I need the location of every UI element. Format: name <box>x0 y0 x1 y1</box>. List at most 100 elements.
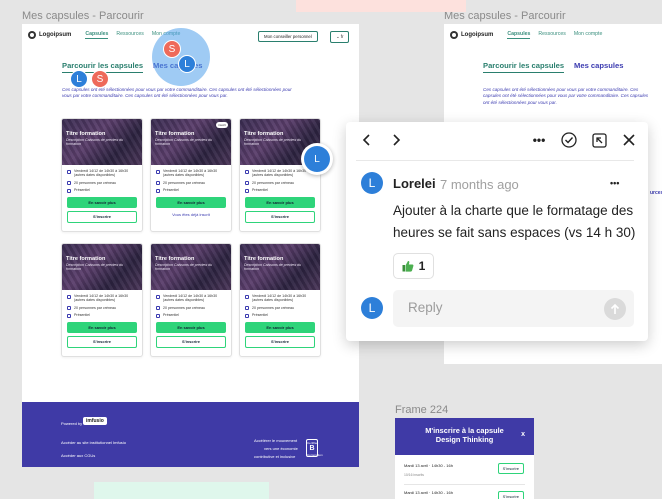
frame-label-left[interactable]: Mes capsules - Parcourir <box>22 10 144 22</box>
footer-tagline-1: Accélérer le mouvement <box>254 438 298 443</box>
tab-mine[interactable]: Mes capsules <box>574 61 623 73</box>
language-value: fr <box>340 34 344 39</box>
card-image: Titre formation Description Caissons de … <box>240 244 320 290</box>
cgu-link[interactable]: Accéder aux CGUs <box>61 453 95 458</box>
capsules-description: Ces capsules ont été sélectionnées pour … <box>62 87 292 99</box>
slot-divider <box>404 484 525 485</box>
register-button[interactable]: S'inscrire <box>156 335 226 348</box>
card-title: Titre formation <box>244 131 284 137</box>
slot-register-button[interactable]: S'inscrire <box>497 491 524 499</box>
location-icon <box>67 313 71 318</box>
logo-icon <box>28 31 36 39</box>
tab-browse[interactable]: Parcourir les capsules <box>483 61 565 73</box>
advisor-button[interactable]: Mon conseiller personnel <box>258 31 318 42</box>
reaction-thumbs-up[interactable]: 1 <box>393 253 434 279</box>
comment-author: Lorelei <box>393 176 436 191</box>
imfusio-logo[interactable]: imfusio <box>83 417 107 425</box>
card-seats: 20 personnes par créneau <box>252 180 294 185</box>
learn-more-button[interactable]: En savoir plus <box>245 196 315 208</box>
comment-pin-avatar-s[interactable]: S <box>91 70 109 88</box>
card-mode: Présentiel <box>163 188 179 193</box>
resolve-button[interactable] <box>559 130 579 150</box>
partial-text: urces <box>650 190 662 196</box>
slot-date: Mardi 13 avril · 14h30 - 16h <box>404 490 453 495</box>
card-image: Titre formation Description Caissons de … <box>62 244 142 290</box>
location-icon <box>156 188 160 193</box>
card-image: Titre formation Description Caissons de … <box>62 119 142 165</box>
card-title: Titre formation <box>244 256 284 262</box>
sticky-note-green[interactable] <box>94 482 269 499</box>
active-comment-pin[interactable]: L <box>301 143 333 175</box>
nav-item-ressources[interactable]: Ressources <box>116 31 143 39</box>
card-subtitle: Description Caissons de preview du forma… <box>66 138 124 147</box>
card-title: Titre formation <box>66 256 106 262</box>
capsule-card: Titre formation Description Caissons de … <box>61 243 143 357</box>
site-header: Logoipsum Capsules Ressources Mon compte <box>444 24 662 46</box>
send-reply-button[interactable] <box>604 298 626 320</box>
previous-comment-button[interactable] <box>356 130 376 150</box>
capsule-card: Titre formation Description Caissons de … <box>150 243 232 357</box>
learn-more-button[interactable]: En savoir plus <box>67 321 137 333</box>
register-button[interactable]: S'inscrire <box>245 210 315 223</box>
card-image: Titre formation Description Caissons de … <box>151 244 231 290</box>
nav-item-ressources[interactable]: Ressources <box>538 31 565 39</box>
logo[interactable]: Logoipsum <box>450 31 493 39</box>
card-title: Titre formation <box>155 131 195 137</box>
reply-placeholder: Reply <box>408 300 443 315</box>
collaborator-avatar-l[interactable]: L <box>178 55 196 73</box>
logo-text: Logoipsum <box>39 32 72 38</box>
calendar-icon <box>67 294 71 299</box>
card-badge: inscrit <box>216 122 228 128</box>
learn-more-button[interactable]: En savoir plus <box>67 196 137 208</box>
frame-label-224[interactable]: Frame 224 <box>395 404 448 416</box>
card-date: Vendredi 14/12 de 14h30 à 16h30 (autres … <box>74 294 129 303</box>
calendar-icon <box>156 294 160 299</box>
thread-more-button[interactable]: ••• <box>529 130 549 150</box>
capsule-card: Titre formation Description Caissons de … <box>61 118 143 232</box>
location-icon <box>67 188 71 193</box>
nav-item-capsules[interactable]: Capsules <box>85 31 109 39</box>
comment-pin-avatar-l[interactable]: L <box>70 70 88 88</box>
card-date: Vendredi 14/12 de 14h30 à 16h30 (autres … <box>163 294 218 303</box>
close-popup-button[interactable] <box>619 130 639 150</box>
logo[interactable]: Logoipsum <box>28 31 71 39</box>
location-icon <box>245 188 249 193</box>
sticky-note-pink[interactable] <box>296 0 466 12</box>
nav-item-mon-compte[interactable]: Mon compte <box>574 31 603 39</box>
card-seats: 20 personnes par créneau <box>163 180 205 185</box>
slot-date: Mardi 13 avril · 14h30 - 16h <box>404 463 453 468</box>
card-subtitle: Description Caissons de preview du forma… <box>244 263 302 272</box>
learn-more-button[interactable]: En savoir plus <box>245 321 315 333</box>
comment-more-button[interactable]: ••• <box>610 173 619 189</box>
card-subtitle: Description Caissons de preview du forma… <box>66 263 124 272</box>
register-button[interactable]: S'inscrire <box>245 335 315 348</box>
logo-text: Logoipsum <box>461 32 494 38</box>
comment-timestamp: 7 months ago <box>440 177 519 192</box>
register-button[interactable]: S'inscrire <box>67 335 137 348</box>
language-select[interactable]: ⌄ fr <box>330 31 350 43</box>
capsule-card: Titre formation Description Caissons de … <box>239 118 321 232</box>
learn-more-button[interactable]: En savoir plus <box>156 321 226 333</box>
nav-item-capsules[interactable]: Capsules <box>507 31 531 39</box>
thumbs-up-icon <box>402 260 414 272</box>
chevron-right-icon <box>392 134 400 146</box>
institutional-site-link[interactable]: Accéder au site institutionnel Imfusio <box>61 440 126 445</box>
card-mode: Présentiel <box>252 188 268 193</box>
capsules-browse-frame: Logoipsum Capsules Ressources Mon compte… <box>22 24 359 467</box>
card-seats: 20 personnes par créneau <box>74 180 116 185</box>
more-horizontal-icon: ••• <box>610 178 620 188</box>
register-button[interactable]: S'inscrire <box>67 210 137 223</box>
go-to-pin-button[interactable] <box>589 130 609 150</box>
card-subtitle: Description Caissons de preview du forma… <box>155 138 213 147</box>
modal-close-button[interactable]: x <box>521 430 525 439</box>
modal-header: M'inscrire à la capsule Design Thinking … <box>395 418 534 455</box>
collaborator-avatar-s[interactable]: S <box>163 40 181 58</box>
slot-register-button[interactable]: S'inscrire <box>497 463 524 474</box>
next-comment-button[interactable] <box>386 130 406 150</box>
card-mode: Présentiel <box>252 313 268 318</box>
check-circle-icon <box>561 132 577 148</box>
learn-more-button[interactable]: En savoir plus <box>156 196 226 208</box>
reply-input[interactable]: Reply <box>393 290 634 327</box>
b-corp-mark: B <box>309 445 315 452</box>
close-icon <box>623 134 635 146</box>
